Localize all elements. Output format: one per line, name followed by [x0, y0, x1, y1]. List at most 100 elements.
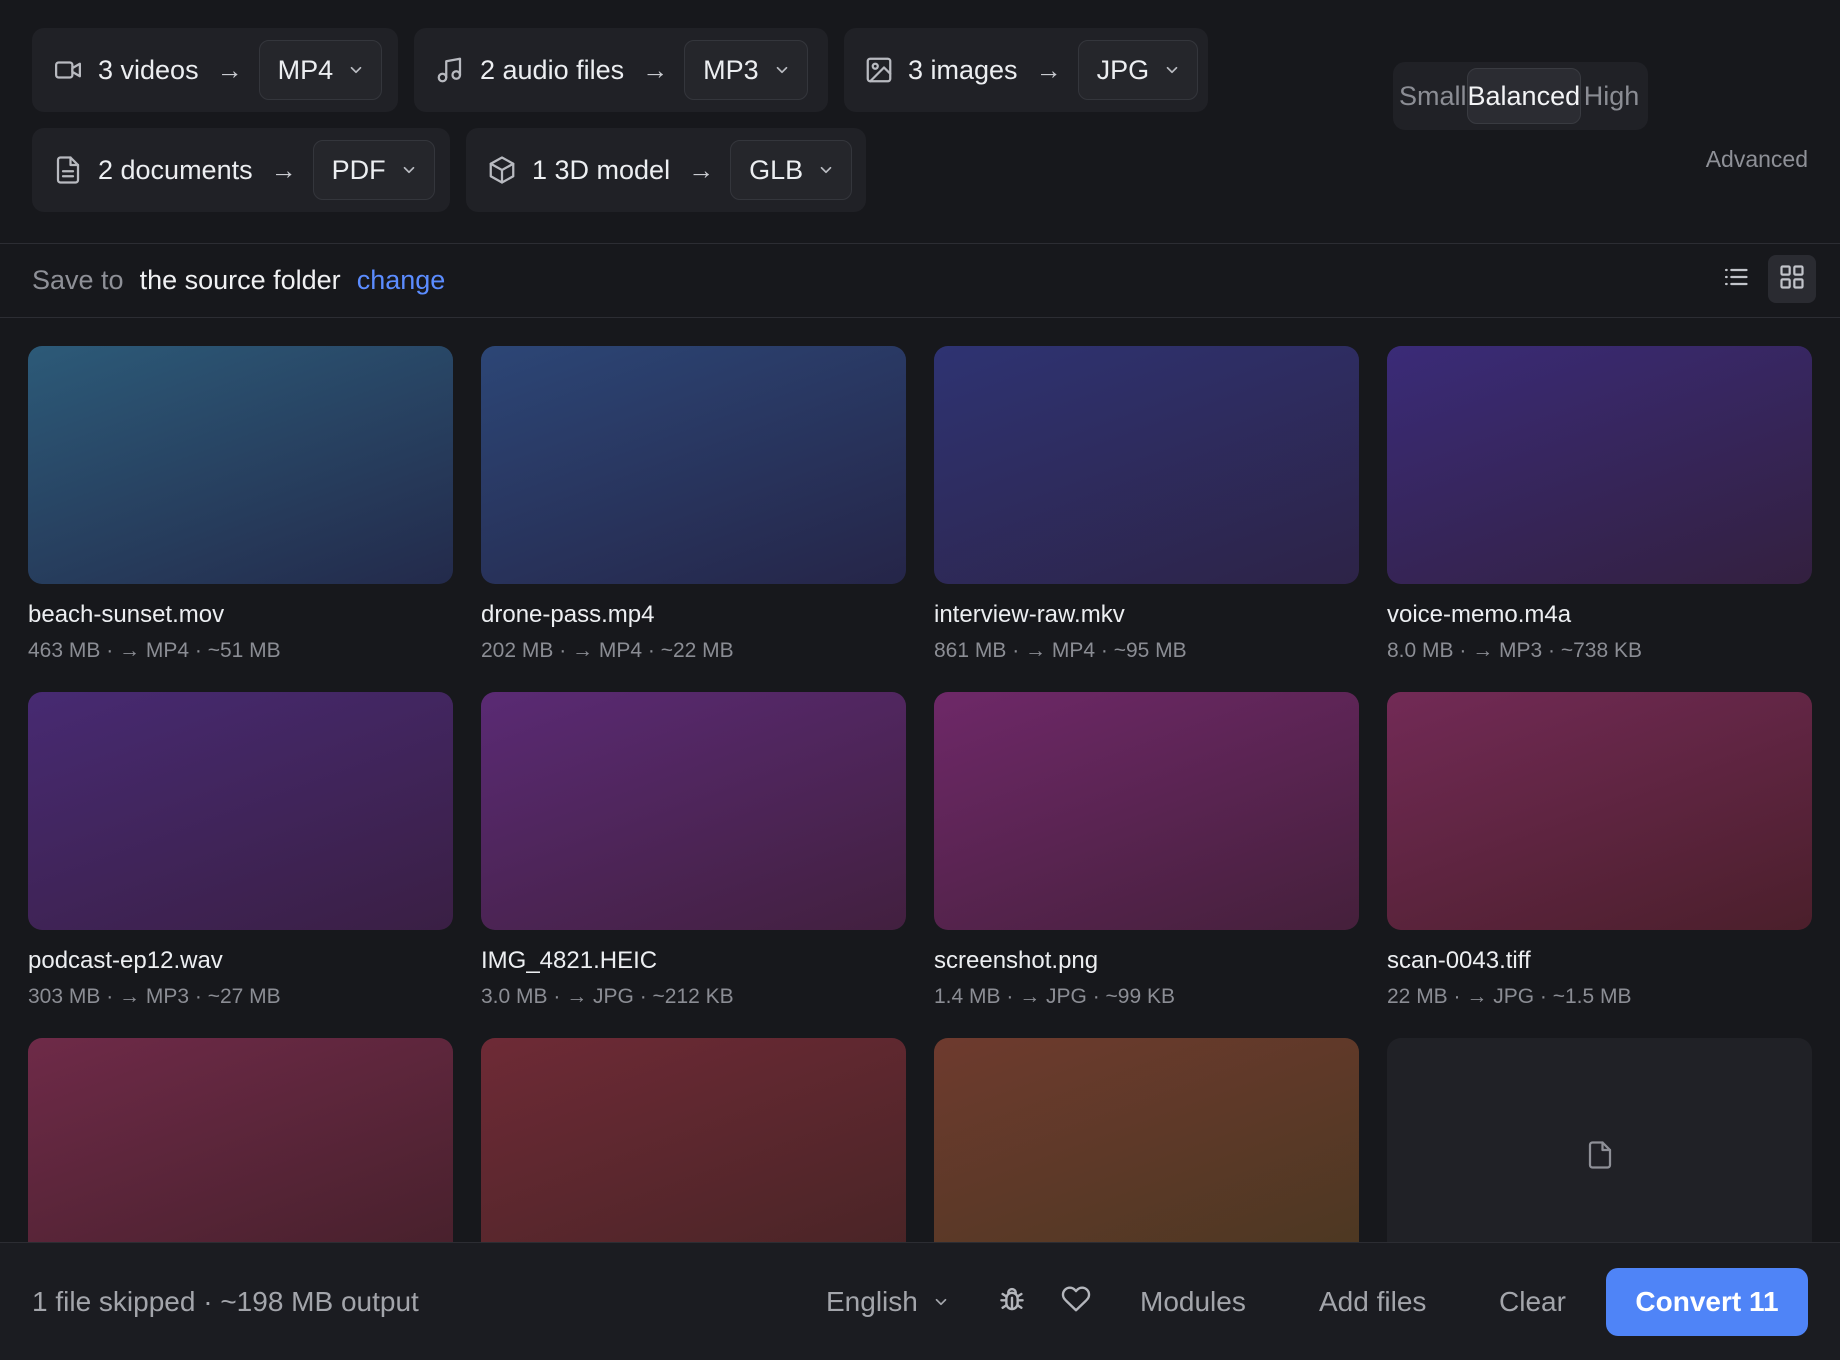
- file-name: voice-memo.m4a: [1387, 601, 1572, 628]
- chevron-down-icon: [347, 61, 365, 79]
- quality-option-balanced[interactable]: Balanced: [1466, 68, 1582, 124]
- group-images: 3 images → JPG: [844, 28, 1208, 112]
- file-card[interactable]: [481, 1038, 906, 1242]
- change-destination-link[interactable]: change: [357, 265, 446, 296]
- format-select-audio[interactable]: MP3: [684, 40, 808, 100]
- chevron-down-icon: [932, 1293, 950, 1311]
- file-card[interactable]: IMG_4821.HEIC 3.0 MB · → JPG · ~212 KB: [481, 692, 906, 1038]
- file-card[interactable]: screenshot.png 1.4 MB · → JPG · ~99 KB: [934, 692, 1359, 1038]
- group-videos: 3 videos → MP4: [32, 28, 398, 112]
- format-select-3d[interactable]: GLB: [730, 140, 853, 200]
- file-card[interactable]: [1387, 1038, 1812, 1242]
- file-meta: 3.0 MB · → JPG · ~212 KB: [481, 985, 734, 1008]
- report-bug-button[interactable]: [994, 1284, 1030, 1320]
- format-select-videos[interactable]: MP4: [258, 40, 383, 100]
- file-name: IMG_4821.HEIC: [481, 947, 658, 974]
- file-meta: 202 MB · → MP4 · ~22 MB: [481, 639, 734, 662]
- file-thumbnail: [481, 1038, 906, 1242]
- file-card[interactable]: [934, 1038, 1359, 1242]
- language-select[interactable]: English: [826, 1286, 950, 1318]
- advanced-link[interactable]: Advanced: [1706, 146, 1808, 173]
- grid-view-button[interactable]: [1768, 255, 1816, 303]
- arrow: →: [270, 154, 297, 185]
- file-name: beach-sunset.mov: [28, 601, 225, 628]
- list-view-button[interactable]: [1712, 255, 1760, 303]
- chevron-down-icon: [400, 161, 418, 179]
- language-value: English: [826, 1285, 918, 1317]
- file-thumbnail: [934, 1038, 1359, 1242]
- file-meta: 8.0 MB · → MP3 · ~738 KB: [1387, 639, 1643, 662]
- arrow: →: [688, 154, 715, 185]
- quality-option-small[interactable]: Small: [1399, 68, 1467, 124]
- save-to-label: Save to: [32, 265, 124, 295]
- file-card[interactable]: scan-0043.tiff 22 MB · → JPG · ~1.5 MB: [1387, 692, 1812, 1038]
- chevron-down-icon: [773, 61, 791, 79]
- group-audio: 2 audio files → MP3: [414, 28, 828, 112]
- format-select-documents[interactable]: PDF: [312, 140, 435, 200]
- file-card[interactable]: [28, 1038, 453, 1242]
- file-meta: 463 MB · → MP4 · ~51 MB: [28, 639, 281, 662]
- conversion-settings: 3 videos → MP4 2 audio files → MP3 3 ima…: [0, 0, 1840, 243]
- format-value: GLB: [749, 154, 804, 185]
- group-label: 1 3D model: [532, 154, 671, 185]
- file-thumbnail: [1387, 346, 1812, 584]
- file-thumbnail: [934, 692, 1359, 930]
- convert-button[interactable]: Convert 11: [1606, 1267, 1808, 1336]
- converter-app: 3 videos → MP4 2 audio files → MP3 3 ima…: [0, 0, 1840, 1360]
- file-name: screenshot.png: [934, 947, 1099, 974]
- group-label: 3 images: [908, 54, 1018, 85]
- file-name: scan-0043.tiff: [1387, 947, 1531, 974]
- modules-button[interactable]: Modules: [1140, 1286, 1246, 1318]
- grid-icon: [1778, 263, 1806, 296]
- file-name: drone-pass.mp4: [481, 601, 655, 628]
- file-card[interactable]: interview-raw.mkv 861 MB · → MP4 · ~95 MB: [934, 346, 1359, 692]
- image-icon: [864, 54, 894, 86]
- view-toggle: [1712, 255, 1816, 303]
- group-label: 3 videos: [98, 54, 199, 85]
- file-meta: 861 MB · → MP4 · ~95 MB: [934, 639, 1187, 662]
- file-name: podcast-ep12.wav: [28, 947, 223, 974]
- music-note-icon: [434, 54, 466, 86]
- group-documents: 2 documents → PDF: [32, 128, 450, 212]
- format-value: MP3: [703, 54, 759, 85]
- file-thumbnail: [28, 346, 453, 584]
- format-select-images[interactable]: JPG: [1077, 40, 1199, 100]
- chevron-down-icon: [817, 161, 835, 179]
- file-card[interactable]: drone-pass.mp4 202 MB · → MP4 · ~22 MB: [481, 346, 906, 692]
- file-thumbnail: [481, 346, 906, 584]
- file-card[interactable]: voice-memo.m4a 8.0 MB · → MP3 · ~738 KB: [1387, 346, 1812, 692]
- file-name: interview-raw.mkv: [934, 601, 1125, 628]
- save-to-bar: Save to the source folder change: [0, 243, 1840, 318]
- file-meta: 1.4 MB · → JPG · ~99 KB: [934, 985, 1175, 1008]
- bug-icon: [997, 1284, 1027, 1319]
- format-value: PDF: [331, 154, 386, 185]
- format-value: JPG: [1096, 54, 1150, 85]
- quality-selector: Small Balanced High: [1393, 62, 1648, 130]
- chevron-down-icon: [1163, 61, 1181, 79]
- clear-button[interactable]: Clear: [1499, 1286, 1566, 1318]
- file-card[interactable]: beach-sunset.mov 463 MB · → MP4 · ~51 MB: [28, 346, 453, 692]
- file-thumbnail: [1387, 692, 1812, 930]
- heart-icon: [1061, 1284, 1091, 1319]
- arrow: →: [642, 54, 669, 85]
- file-thumbnail: [481, 692, 906, 930]
- file-thumbnail: [934, 346, 1359, 584]
- save-destination: the source folder: [139, 265, 341, 295]
- footer-bar: 1 file skipped · ~198 MB output English …: [0, 1242, 1840, 1360]
- arrow: →: [216, 54, 243, 85]
- file-card[interactable]: podcast-ep12.wav 303 MB · → MP3 · ~27 MB: [28, 692, 453, 1038]
- quality-option-high[interactable]: High: [1581, 68, 1642, 124]
- video-camera-icon: [52, 54, 84, 86]
- group-label: 2 audio files: [480, 54, 625, 85]
- list-icon: [1722, 263, 1750, 296]
- add-files-button[interactable]: Add files: [1319, 1286, 1426, 1318]
- status-summary: 1 file skipped · ~198 MB output: [32, 1285, 419, 1317]
- file-thumbnail-placeholder: [1387, 1038, 1812, 1242]
- document-icon: [52, 154, 84, 186]
- favorite-button[interactable]: [1058, 1284, 1094, 1320]
- arrow: →: [1035, 54, 1062, 85]
- group-label: 2 documents: [98, 154, 253, 185]
- file-icon: [1585, 1140, 1615, 1175]
- format-value: MP4: [277, 54, 334, 85]
- file-thumbnail: [28, 1038, 453, 1242]
